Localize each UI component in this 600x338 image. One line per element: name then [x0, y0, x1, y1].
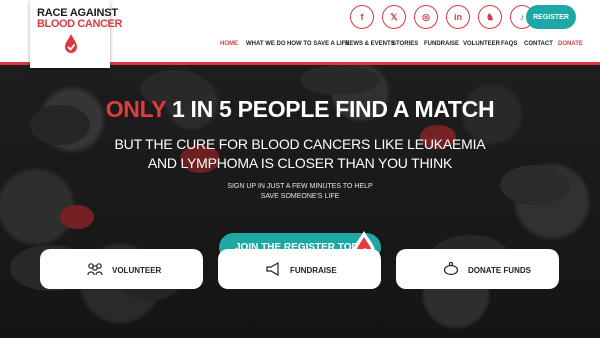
- nav-what-we-do[interactable]: WHAT WE DO: [246, 41, 286, 51]
- x-icon[interactable]: 𝕏: [382, 5, 406, 29]
- social-links: f 𝕏 ◎ in ♞ ♪: [350, 5, 534, 29]
- volunteer-card-label: VOLUNTEER: [112, 266, 162, 275]
- nav-news-events[interactable]: NEWS & EVENTS: [345, 41, 395, 51]
- megaphone-icon: [266, 262, 279, 276]
- linkedin-icon[interactable]: in: [446, 5, 470, 29]
- nav-stories[interactable]: STORIES: [392, 41, 418, 51]
- hero-subheading: BUT THE CURE FOR BLOOD CANCERS LIKE LEUK…: [114, 136, 486, 171]
- instagram-icon[interactable]: ◎: [414, 5, 438, 29]
- blood-drop-icon: [65, 34, 77, 53]
- snapchat-icon[interactable]: ♞: [478, 5, 502, 29]
- piggy-bank-icon: [443, 262, 459, 276]
- people-icon: [87, 263, 103, 276]
- nav-faqs[interactable]: FAQS: [501, 41, 517, 51]
- hero-headline: ONLY 1 IN 5 PEOPLE FIND A MATCH: [0, 96, 600, 123]
- hero-small-text: SIGN UP IN JUST A FEW MINUTES TO HELP SA…: [200, 182, 400, 202]
- facebook-icon[interactable]: f: [350, 5, 374, 29]
- nav-fundraise[interactable]: FUNDRAISE: [424, 41, 459, 51]
- volunteer-card[interactable]: VOLUNTEER: [40, 249, 203, 289]
- donate-funds-card-label: DONATE FUNDS: [468, 266, 531, 275]
- site-logo[interactable]: RACE AGAINST BLOOD CANCER: [30, 0, 122, 68]
- nav-home[interactable]: HOME: [220, 41, 238, 51]
- small-line-1: SIGN UP IN JUST A FEW MINUTES TO HELP: [227, 183, 373, 190]
- headline-only: ONLY: [105, 96, 166, 122]
- fundraise-card[interactable]: FUNDRAISE: [218, 249, 381, 289]
- logo-line-2: BLOOD CANCER: [37, 18, 123, 30]
- nav-volunteer[interactable]: VOLUNTEER: [463, 41, 500, 51]
- nav-how-to-save-a-life[interactable]: HOW TO SAVE A LIFE: [287, 41, 349, 51]
- headline-rest: 1 IN 5 PEOPLE FIND A MATCH: [165, 96, 495, 122]
- hero-section: ONLY 1 IN 5 PEOPLE FIND A MATCH BUT THE …: [0, 65, 600, 338]
- register-button[interactable]: REGISTER: [526, 5, 576, 29]
- fundraise-card-label: FUNDRAISE: [290, 266, 337, 275]
- donate-funds-card[interactable]: DONATE FUNDS: [396, 249, 559, 289]
- nav-contact[interactable]: CONTACT: [524, 41, 553, 51]
- small-line-2: SAVE SOMEONE'S LIFE: [260, 193, 340, 200]
- nav-donate[interactable]: DONATE: [558, 41, 583, 51]
